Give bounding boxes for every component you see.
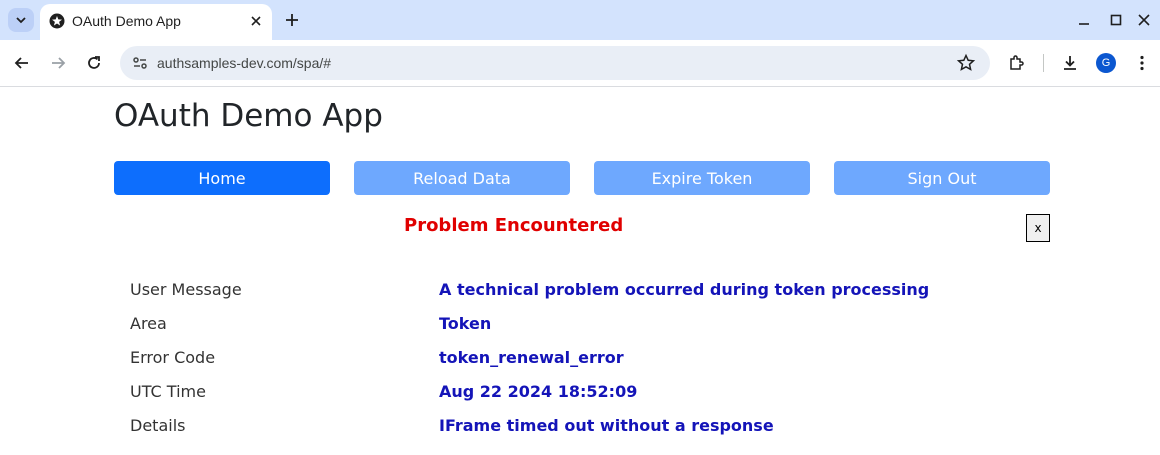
sign-out-button[interactable]: Sign Out	[834, 161, 1050, 195]
error-label: UTC Time	[130, 382, 206, 401]
download-icon[interactable]	[1060, 53, 1080, 73]
error-title: Problem Encountered	[404, 215, 624, 236]
browser-tab[interactable]: OAuth Demo App	[40, 4, 272, 40]
address-bar[interactable]: authsamples-dev.com/spa/#	[120, 46, 990, 80]
error-value: Aug 22 2024 18:52:09	[439, 382, 638, 401]
error-row-utc-time: UTC Time Aug 22 2024 18:52:09	[0, 375, 1160, 409]
url-text: authsamples-dev.com/spa/#	[157, 55, 332, 71]
error-label: Error Code	[130, 348, 216, 367]
expire-token-button[interactable]: Expire Token	[594, 161, 810, 195]
tab-search-button[interactable]	[8, 8, 34, 32]
error-label: Area	[130, 314, 167, 333]
reload-icon[interactable]	[84, 53, 104, 73]
error-label: User Message	[130, 280, 242, 299]
toolbar-separator	[1043, 54, 1044, 72]
favicon-icon	[49, 13, 65, 29]
error-value: IFrame timed out without a response	[439, 416, 774, 435]
tab-title: OAuth Demo App	[72, 13, 181, 29]
home-button[interactable]: Home	[114, 161, 330, 195]
error-row-error-code: Error Code token_renewal_error	[0, 341, 1160, 375]
profile-avatar[interactable]: G	[1096, 53, 1116, 73]
reload-data-button[interactable]: Reload Data	[354, 161, 570, 195]
error-label: Details	[130, 416, 186, 435]
error-value: A technical problem occurred during toke…	[439, 280, 930, 299]
site-info-icon[interactable]	[130, 53, 150, 73]
bookmark-star-icon[interactable]	[956, 53, 976, 73]
error-row-user-message: User Message A technical problem occurre…	[0, 273, 1160, 307]
back-icon[interactable]	[12, 53, 32, 73]
error-value: token_renewal_error	[439, 348, 624, 367]
page-title: OAuth Demo App	[114, 98, 383, 134]
error-row-area: Area Token	[0, 307, 1160, 341]
new-tab-icon[interactable]	[282, 10, 302, 30]
error-row-details: Details IFrame timed out without a respo…	[0, 409, 1160, 443]
extensions-icon[interactable]	[1006, 53, 1026, 73]
chevron-down-icon	[16, 17, 26, 24]
minimize-icon[interactable]	[1076, 12, 1092, 28]
close-error-button[interactable]: x	[1026, 214, 1050, 242]
browser-toolbar: authsamples-dev.com/spa/# G	[0, 40, 1160, 87]
forward-icon[interactable]	[48, 53, 68, 73]
close-tab-icon[interactable]	[248, 13, 264, 29]
window-close-icon[interactable]	[1136, 12, 1152, 28]
maximize-icon[interactable]	[1108, 12, 1124, 28]
menu-kebab-icon[interactable]	[1132, 53, 1152, 73]
tab-strip: OAuth Demo App	[0, 0, 1160, 40]
error-value: Token	[439, 314, 492, 333]
